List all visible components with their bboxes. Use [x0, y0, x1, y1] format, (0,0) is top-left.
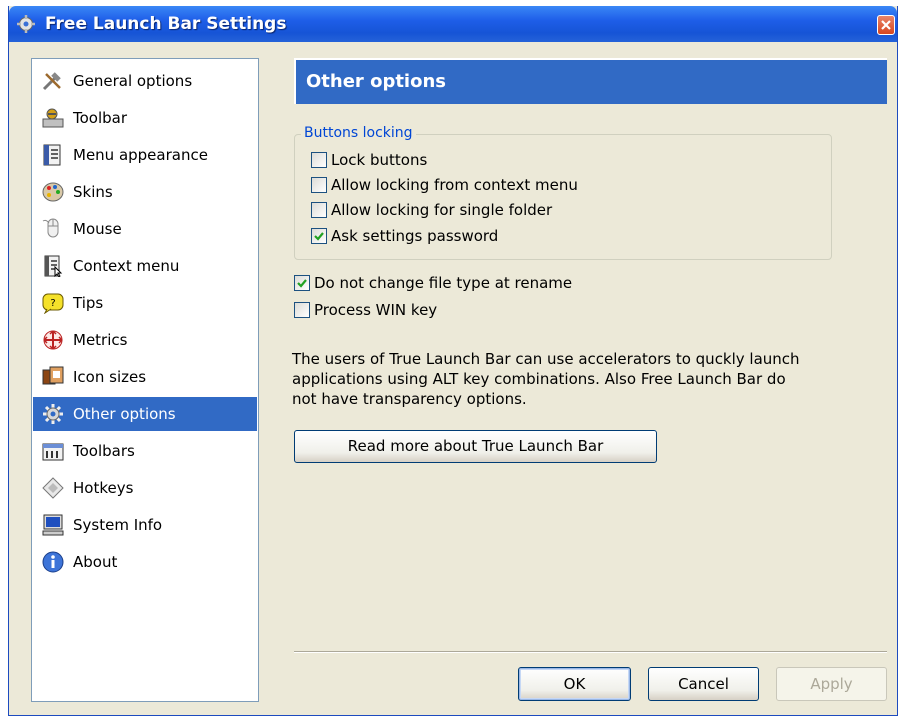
window-title: Free Launch Bar Settings [45, 14, 287, 34]
checkbox-box[interactable] [311, 177, 327, 193]
palette-icon [42, 182, 64, 202]
gear-icon [43, 404, 63, 424]
sidebar-item-toolbar[interactable]: Toolbar [33, 101, 257, 135]
sidebar-nav: General options Toolbar Menu appearance [31, 58, 259, 702]
close-button[interactable] [877, 15, 895, 35]
process-win-key-checkbox[interactable]: Process WIN key [294, 299, 464, 321]
sidebar-item-mouse[interactable]: Mouse [33, 212, 257, 246]
sidebar-item-about[interactable]: About [33, 545, 257, 579]
svg-text:?: ? [50, 298, 55, 309]
menu-icon [43, 144, 61, 166]
toolbars-icon [42, 443, 64, 461]
checkbox-box[interactable] [311, 228, 327, 244]
footer-separator [294, 651, 887, 653]
icon-sizes-icon [42, 366, 64, 385]
gear-icon [17, 15, 35, 33]
lock-buttons-checkbox[interactable]: Lock buttons [311, 149, 451, 171]
checkbox-box[interactable] [294, 302, 310, 318]
sidebar-item-hotkeys[interactable]: Hotkeys [33, 471, 257, 505]
page-header: Other options [294, 58, 887, 104]
checkbox-box[interactable] [294, 275, 310, 291]
checkbox-box[interactable] [311, 202, 327, 218]
metrics-icon [43, 330, 63, 350]
mouse-icon [42, 218, 59, 238]
sidebar-item-skins[interactable]: Skins [33, 175, 257, 209]
hotkeys-icon [42, 477, 64, 499]
allow-locking-single-folder-checkbox[interactable]: Allow locking for single folder [311, 199, 561, 221]
computer-icon [42, 514, 64, 536]
tips-icon: ? [42, 293, 64, 314]
sidebar-item-toolbars[interactable]: Toolbars [33, 434, 257, 468]
ok-button[interactable]: OK [518, 667, 631, 701]
page-title: Other options [306, 71, 446, 92]
sidebar-item-other-options[interactable]: Other options [33, 397, 257, 431]
allow-locking-context-menu-checkbox[interactable]: Allow locking from context menu [311, 174, 581, 196]
sidebar-item-general-options[interactable]: General options [33, 64, 257, 98]
apply-button[interactable]: Apply [776, 667, 887, 701]
sidebar-item-system-info[interactable]: System Info [33, 508, 257, 542]
do-not-change-file-type-checkbox[interactable]: Do not change file type at rename [294, 272, 574, 294]
tools-icon [42, 72, 61, 91]
checkmark-icon [314, 232, 324, 241]
checkbox-box[interactable] [311, 152, 327, 168]
close-icon [881, 20, 891, 30]
info-icon [42, 551, 64, 573]
info-text: The users of True Launch Bar can use acc… [292, 350, 800, 408]
cancel-button[interactable]: Cancel [648, 667, 759, 701]
sidebar-item-tips[interactable]: ? Tips [33, 286, 257, 320]
ask-settings-password-checkbox[interactable]: Ask settings password [311, 225, 511, 247]
sidebar-item-metrics[interactable]: Metrics [33, 323, 257, 357]
checkmark-icon [297, 279, 307, 288]
read-more-button[interactable]: Read more about True Launch Bar [294, 430, 657, 463]
context-menu-icon [44, 255, 63, 277]
toolbar-icon [42, 108, 64, 128]
group-label: Buttons locking [301, 125, 416, 141]
title-bar[interactable]: Free Launch Bar Settings [9, 6, 897, 42]
sidebar-item-menu-appearance[interactable]: Menu appearance [33, 138, 257, 172]
sidebar-item-context-menu[interactable]: Context menu [33, 249, 257, 283]
sidebar-item-icon-sizes[interactable]: Icon sizes [33, 360, 257, 394]
settings-window: Free Launch Bar Settings General options… [8, 6, 898, 716]
